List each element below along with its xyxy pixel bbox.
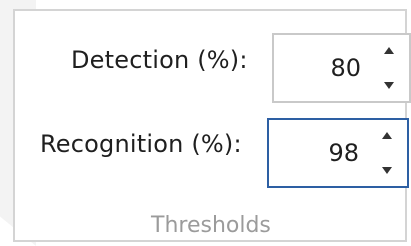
recognition-spinbox[interactable]: 98 <box>267 118 409 188</box>
group-title: Thresholds <box>151 213 271 238</box>
recognition-spin-buttons[interactable] <box>377 128 397 178</box>
detection-spin-buttons[interactable] <box>379 43 399 93</box>
recognition-value[interactable]: 98 <box>328 141 359 165</box>
detection-label: Detection (%): <box>71 46 248 74</box>
decrement-arrow-icon[interactable] <box>382 167 392 174</box>
decrement-arrow-icon[interactable] <box>384 82 394 89</box>
detection-spinbox[interactable]: 80 <box>272 33 411 103</box>
increment-arrow-icon[interactable] <box>382 132 392 139</box>
recognition-label: Recognition (%): <box>40 130 242 158</box>
thresholds-panel: Detection (%): 80 Recognition (%): 98 Th… <box>13 9 411 242</box>
increment-arrow-icon[interactable] <box>384 47 394 54</box>
detection-value[interactable]: 80 <box>330 56 361 80</box>
